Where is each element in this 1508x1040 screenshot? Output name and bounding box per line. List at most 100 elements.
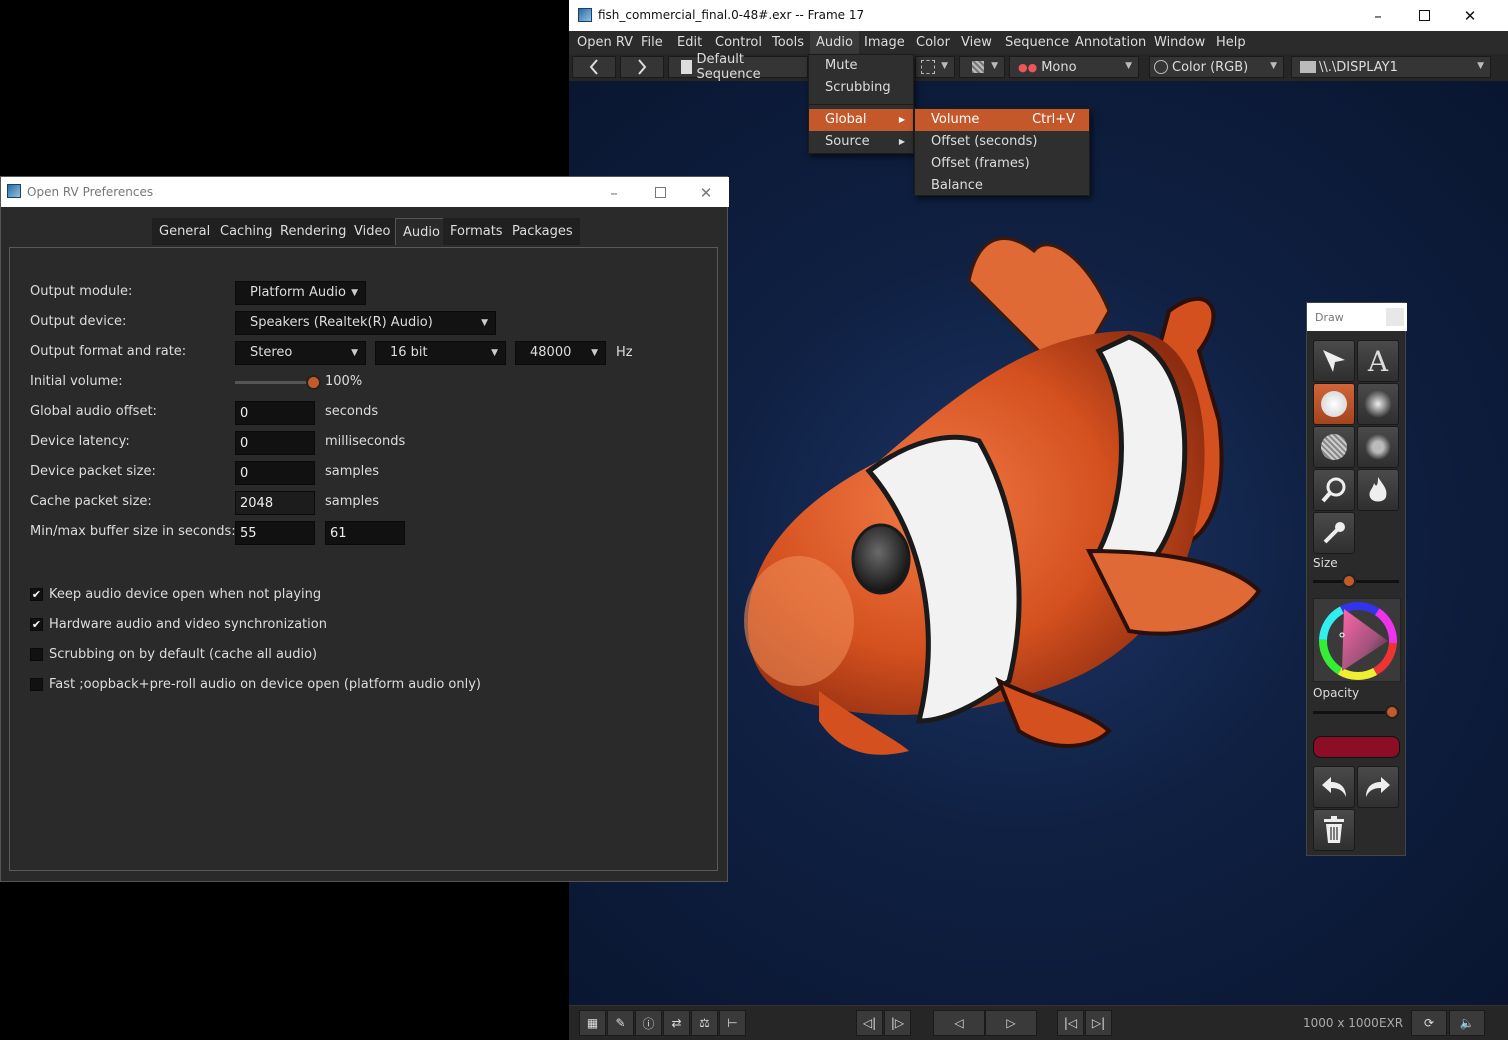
volume-slider-track[interactable] [235,381,311,384]
global-offset-input[interactable]: 0 [235,401,315,425]
tab-packages[interactable]: Packages [505,218,580,245]
next-icon[interactable] [620,56,664,78]
menu-annotation[interactable]: Annotation [1075,35,1146,50]
volume-slider-handle[interactable] [305,375,321,390]
menu-edit[interactable]: Edit [677,35,702,50]
soft-brush-icon[interactable] [1357,383,1399,425]
maximize-icon[interactable] [1401,0,1447,31]
color-selector[interactable]: Color (RGB) ▼ [1149,56,1284,78]
menu-item-scrubbing[interactable]: Scrubbing [809,77,913,99]
magnifier-icon[interactable] [1313,469,1355,511]
timeline-icon[interactable]: ⊢ [719,1010,746,1036]
menu-control[interactable]: Control [715,35,762,50]
circle-brush-icon[interactable] [1313,383,1355,425]
brush-color-swatch[interactable] [1313,736,1400,758]
maximize-icon[interactable] [637,177,683,208]
output-module-select[interactable]: Platform Audio ▼ [235,281,366,305]
paint-icon[interactable]: ✎ [607,1010,634,1036]
menu-item-balance[interactable]: Balance [915,175,1089,197]
session-manager-icon[interactable]: ▦ [579,1010,606,1036]
close-icon[interactable]: ✕ [1447,0,1493,31]
select-icon[interactable] [1313,340,1355,382]
size-slider-handle[interactable] [1342,574,1356,588]
sequence-selector[interactable]: Default Sequence [668,52,808,82]
info-icon[interactable]: ⓘ [635,1010,662,1036]
tab-caching[interactable]: Caching [213,218,280,245]
menu-item-mute[interactable]: Mute [809,55,913,77]
play-backward-icon[interactable]: ◁ [933,1010,985,1036]
trash-icon[interactable] [1313,809,1355,851]
go-to-end-icon[interactable]: ▷| [1085,1010,1112,1036]
display-selector[interactable]: \\.\DISPLAY1 ▼ [1291,56,1491,78]
output-device-select[interactable]: Speakers (Realtek(R) Audio) ▼ [235,311,496,335]
menu-item-offset-frames[interactable]: Offset (frames) [915,153,1089,175]
stereo-selector[interactable]: ●● Mono ▼ [1009,56,1139,78]
menu-view[interactable]: View [961,35,992,50]
redo-icon[interactable] [1357,766,1399,808]
step-back-icon[interactable]: ◁| [856,1010,883,1036]
channel-button[interactable]: ▼ [959,56,1005,78]
fullscreen-button[interactable]: ▼ [915,56,955,78]
menu-item-offset-seconds[interactable]: Offset (seconds) [915,131,1089,153]
menu-open-rv[interactable]: Open RV [577,35,633,50]
tab-video[interactable]: Video [347,218,398,245]
loop-icon[interactable]: ⟳ [1411,1010,1447,1036]
menu-help[interactable]: Help [1216,35,1246,50]
soft-dot-brush-icon[interactable] [1357,426,1399,468]
stamp-icon[interactable]: ⚖ [691,1010,718,1036]
tab-rendering[interactable]: Rendering [273,218,354,245]
close-icon[interactable]: ✕ [683,177,729,208]
scrubbing-checkbox[interactable] [30,648,43,661]
minimize-icon[interactable]: – [591,177,637,208]
menu-color[interactable]: Color [916,35,950,50]
device-latency-input[interactable]: 0 [235,431,315,455]
menu-audio[interactable]: Audio [810,31,859,54]
play-forward-icon[interactable]: ▷ [985,1010,1037,1036]
menu-item-global[interactable]: Global ▶ [809,109,913,131]
audio-settings-pane: Output module: Output device: Output for… [9,247,718,871]
menu-window[interactable]: Window [1154,35,1205,50]
global-label: Global [825,112,867,127]
initial-volume-label: Initial volume: [30,374,123,389]
tab-formats[interactable]: Formats [443,218,510,245]
tab-audio[interactable]: Audio [395,218,448,245]
preroll-checkbox[interactable] [30,678,43,691]
prev-icon[interactable] [572,56,616,78]
prefs-app-icon [7,184,21,198]
size-slider-track[interactable] [1313,580,1399,583]
undo-icon[interactable] [1313,766,1355,808]
cache-packet-input[interactable]: 2048 [235,491,315,515]
go-to-start-icon[interactable]: |◁ [1057,1010,1084,1036]
resolution-text: 1000 x 1000 [1303,1016,1379,1030]
eyedropper-icon[interactable] [1313,512,1355,554]
buffer-max-input[interactable]: 61 [325,521,405,545]
draw-close-icon[interactable] [1386,308,1404,326]
menu-item-volume[interactable]: Volume Ctrl+V [915,109,1089,131]
buffer-min-input[interactable]: 55 [235,521,315,545]
bit-depth-value: 16 bit [390,345,428,360]
menu-item-source[interactable]: Source ▶ [809,131,913,153]
color-wheel[interactable] [1313,598,1401,682]
menu-file[interactable]: File [641,35,663,50]
hw-sync-checkbox[interactable]: ✔ [30,618,43,631]
sample-rate-select[interactable]: 48000 ▼ [515,341,606,365]
keep-open-checkbox[interactable]: ✔ [30,588,43,601]
text-icon[interactable]: A [1357,340,1399,382]
bit-depth-select[interactable]: 16 bit ▼ [375,341,506,365]
menu-image[interactable]: Image [864,35,905,50]
minimize-icon[interactable]: – [1355,0,1401,31]
menu-sequence[interactable]: Sequence [1005,35,1069,50]
opacity-slider-handle[interactable] [1385,705,1399,719]
chevron-down-icon: ▼ [1477,61,1484,71]
hatched-brush-icon[interactable] [1313,426,1355,468]
tab-general[interactable]: General [152,218,218,245]
format-select[interactable]: Stereo ▼ [235,341,366,365]
menu-tools[interactable]: Tools [772,35,804,50]
flame-icon[interactable] [1357,469,1399,511]
packet-size-input[interactable]: 0 [235,461,315,485]
chevron-down-icon: ▼ [491,348,498,358]
wipe-icon[interactable]: ⇄ [663,1010,690,1036]
volume-icon[interactable]: 🔈 [1449,1010,1485,1036]
chevron-down-icon: ▼ [991,61,998,71]
step-forward-icon[interactable]: |▷ [884,1010,911,1036]
